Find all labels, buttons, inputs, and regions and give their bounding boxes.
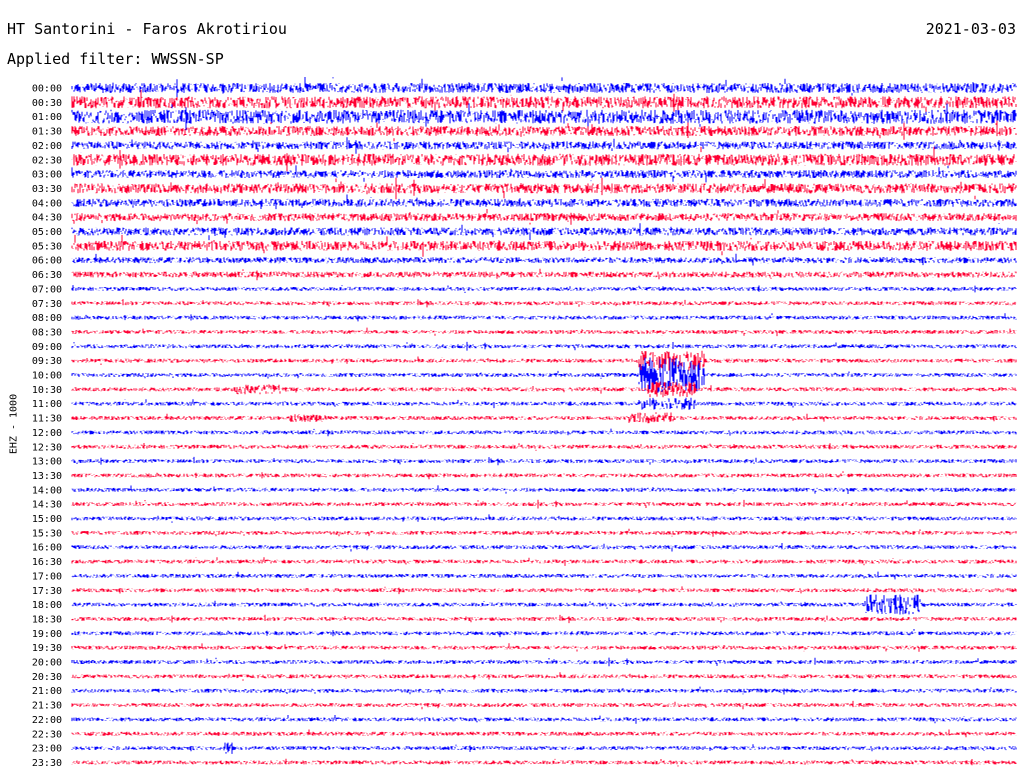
trace-2330 xyxy=(71,758,1017,767)
time-tick-1000: 10:00 xyxy=(32,371,62,382)
time-tick-2230: 22:30 xyxy=(32,729,62,740)
trace-1600 xyxy=(71,543,1017,552)
time-tick-0400: 04:00 xyxy=(32,198,62,209)
time-tick-2330: 23:30 xyxy=(32,758,62,769)
trace-1000 xyxy=(71,357,1017,393)
trace-1230 xyxy=(71,443,1017,451)
time-tick-0630: 06:30 xyxy=(32,270,62,281)
time-tick-0530: 05:30 xyxy=(32,241,62,252)
time-tick-1630: 16:30 xyxy=(32,557,62,568)
time-tick-0000: 00:00 xyxy=(32,84,62,95)
trace-0630 xyxy=(71,268,1017,281)
time-tick-labels: 00:00 00:30 01:00 01:30 02:00 02:30 03:00 03:30… xyxy=(32,84,62,769)
trace-1900 xyxy=(71,629,1017,638)
time-tick-0330: 03:30 xyxy=(32,184,62,195)
trace-1730 xyxy=(71,586,1017,595)
time-tick-2130: 21:30 xyxy=(32,701,62,712)
time-tick-0130: 01:30 xyxy=(32,127,62,138)
time-tick-0730: 07:30 xyxy=(32,299,62,310)
trace-2200 xyxy=(71,715,1017,724)
time-tick-0830: 08:30 xyxy=(32,327,62,338)
trace-0530 xyxy=(71,234,1017,257)
time-tick-0700: 07:00 xyxy=(32,284,62,295)
time-tick-1500: 15:00 xyxy=(32,514,62,525)
trace-0900 xyxy=(71,341,1017,351)
time-tick-0200: 02:00 xyxy=(32,141,62,152)
time-tick-1430: 14:30 xyxy=(32,500,62,511)
time-tick-1130: 11:30 xyxy=(32,414,62,425)
trace-1530 xyxy=(71,528,1017,537)
time-tick-1800: 18:00 xyxy=(32,600,62,611)
trace-1830 xyxy=(71,614,1017,624)
trace-1300 xyxy=(71,456,1017,466)
trace-2030 xyxy=(71,672,1017,681)
time-tick-1330: 13:30 xyxy=(32,471,62,482)
trace-1200 xyxy=(71,428,1017,437)
time-tick-1530: 15:30 xyxy=(32,528,62,539)
trace-0800 xyxy=(71,313,1017,322)
trace-2100 xyxy=(71,686,1017,695)
time-tick-1730: 17:30 xyxy=(32,586,62,597)
time-tick-0030: 00:30 xyxy=(32,98,62,109)
trace-1700 xyxy=(71,571,1017,580)
trace-0230 xyxy=(71,146,1017,172)
trace-0500 xyxy=(71,223,1017,241)
trace-1500 xyxy=(71,514,1017,523)
time-tick-0800: 08:00 xyxy=(32,313,62,324)
time-tick-1600: 16:00 xyxy=(32,543,62,554)
trace-0700 xyxy=(71,285,1017,293)
time-tick-0600: 06:00 xyxy=(32,256,62,267)
trace-0000 xyxy=(71,77,1017,99)
seismogram-plot: 00:00 00:30 01:00 01:30 02:00 02:30 03:00 03:30… xyxy=(32,77,1017,769)
trace-1030 xyxy=(71,381,1017,398)
time-tick-1700: 17:00 xyxy=(32,571,62,582)
time-tick-2030: 20:30 xyxy=(32,672,62,683)
time-tick-0900: 09:00 xyxy=(32,342,62,353)
traces xyxy=(71,77,1017,767)
trace-1330 xyxy=(71,471,1017,480)
trace-1130 xyxy=(71,412,1017,424)
time-tick-1300: 13:00 xyxy=(32,457,62,468)
time-tick-1900: 19:00 xyxy=(32,629,62,640)
trace-1930 xyxy=(71,643,1017,652)
time-tick-0230: 02:30 xyxy=(32,155,62,166)
time-tick-2300: 23:00 xyxy=(32,744,62,755)
time-tick-1930: 19:30 xyxy=(32,643,62,654)
trace-1400 xyxy=(71,485,1017,494)
trace-0400 xyxy=(71,194,1017,210)
trace-2300 xyxy=(71,742,1017,754)
time-tick-0500: 05:00 xyxy=(32,227,62,238)
trace-0300 xyxy=(71,165,1017,183)
time-tick-0300: 03:00 xyxy=(32,170,62,181)
trace-1630 xyxy=(71,557,1017,566)
trace-0030 xyxy=(71,89,1017,115)
trace-0430 xyxy=(71,209,1017,225)
trace-0930 xyxy=(71,350,1017,371)
trace-1430 xyxy=(71,499,1017,509)
trace-0830 xyxy=(71,327,1017,337)
time-tick-1830: 18:30 xyxy=(32,614,62,625)
time-tick-1030: 10:30 xyxy=(32,385,62,396)
trace-0330 xyxy=(71,177,1017,200)
time-tick-1200: 12:00 xyxy=(32,428,62,439)
time-tick-1230: 12:30 xyxy=(32,442,62,453)
trace-1100 xyxy=(71,397,1017,410)
time-tick-2200: 22:00 xyxy=(32,715,62,726)
time-tick-2000: 20:00 xyxy=(32,658,62,669)
time-tick-1100: 11:00 xyxy=(32,399,62,410)
trace-2130 xyxy=(71,700,1017,710)
time-tick-2100: 21:00 xyxy=(32,686,62,697)
trace-0200 xyxy=(71,137,1017,154)
trace-0730 xyxy=(71,299,1017,308)
trace-2000 xyxy=(71,657,1017,667)
time-tick-1400: 14:00 xyxy=(32,485,62,496)
trace-0600 xyxy=(71,253,1017,266)
time-tick-0100: 01:00 xyxy=(32,112,62,123)
trace-1800 xyxy=(71,594,1017,615)
time-tick-0930: 09:30 xyxy=(32,356,62,367)
time-tick-0430: 04:30 xyxy=(32,213,62,224)
trace-2230 xyxy=(71,729,1017,738)
